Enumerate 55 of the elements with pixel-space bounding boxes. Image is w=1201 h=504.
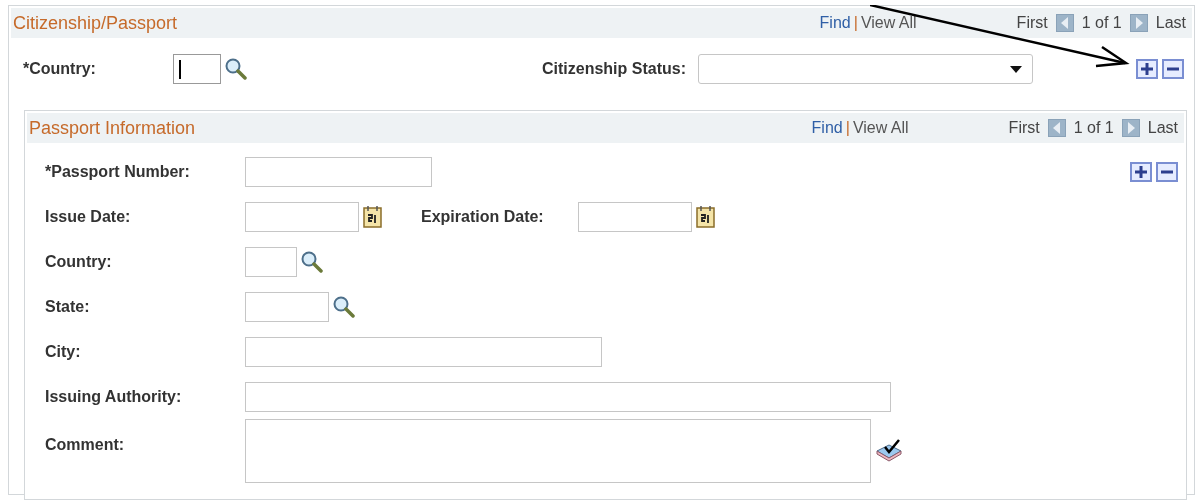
- field-label: State:: [44, 296, 91, 317]
- dropdown-caret-icon: [1010, 65, 1022, 73]
- country-input[interactable]: [173, 54, 221, 84]
- date-input[interactable]: [245, 201, 359, 232]
- view-all-link[interactable]: View All: [860, 11, 917, 35]
- separator: |: [853, 13, 858, 33]
- last-link[interactable]: Last: [1147, 116, 1178, 140]
- field-label: Issue Date:: [44, 206, 132, 227]
- field-label: *Country:: [23, 59, 97, 79]
- section-title: Citizenship/Passport: [13, 11, 178, 35]
- add-row-button[interactable]: [1136, 59, 1158, 79]
- field-label: Issuing Authority:: [44, 386, 183, 407]
- text-input[interactable]: [245, 336, 602, 367]
- find-link[interactable]: Find: [819, 11, 851, 35]
- field-label: City:: [44, 341, 82, 362]
- next-button[interactable]: [1121, 119, 1140, 137]
- section-title: Passport Information: [29, 116, 196, 140]
- calendar-icon[interactable]: [363, 204, 383, 229]
- add-row-button[interactable]: [1130, 161, 1152, 182]
- previous-button[interactable]: [1047, 119, 1066, 137]
- plus-icon: [1140, 62, 1154, 76]
- previous-button[interactable]: [1055, 14, 1074, 32]
- search-icon[interactable]: [333, 295, 355, 318]
- field-label: Citizenship Status:: [542, 59, 686, 79]
- right-arrow-icon: [1134, 17, 1143, 29]
- field-label: Comment:: [44, 435, 126, 455]
- text-input[interactable]: [245, 381, 891, 412]
- page-counter: 1 of 1: [1073, 118, 1114, 138]
- first-link[interactable]: First: [1016, 11, 1048, 35]
- field-label: Expiration Date:: [421, 206, 544, 227]
- page-counter: 1 of 1: [1081, 13, 1122, 33]
- spell-check-icon[interactable]: [875, 439, 903, 463]
- text-cursor: [179, 60, 181, 79]
- lookup-input[interactable]: [245, 291, 329, 322]
- field-label: Country:: [44, 251, 113, 272]
- search-icon[interactable]: [225, 58, 247, 80]
- date-input[interactable]: [577, 201, 692, 232]
- plus-icon: [1134, 164, 1148, 179]
- right-arrow-icon: [1126, 122, 1135, 134]
- find-link[interactable]: Find: [811, 116, 843, 140]
- next-button[interactable]: [1129, 14, 1148, 32]
- left-arrow-icon: [1052, 122, 1061, 134]
- text-input[interactable]: [245, 156, 432, 187]
- citizenship-status-dropdown[interactable]: [698, 54, 1033, 84]
- view-all-link[interactable]: View All: [852, 116, 909, 140]
- last-link[interactable]: Last: [1155, 11, 1186, 35]
- field-label: *Passport Number:: [44, 161, 191, 182]
- delete-row-button[interactable]: [1156, 161, 1178, 182]
- search-icon[interactable]: [301, 250, 323, 273]
- delete-row-button[interactable]: [1162, 59, 1184, 79]
- first-link[interactable]: First: [1008, 116, 1040, 140]
- calendar-icon[interactable]: [695, 204, 716, 229]
- separator: |: [845, 118, 850, 138]
- lookup-input[interactable]: [245, 246, 297, 277]
- left-arrow-icon: [1060, 17, 1069, 29]
